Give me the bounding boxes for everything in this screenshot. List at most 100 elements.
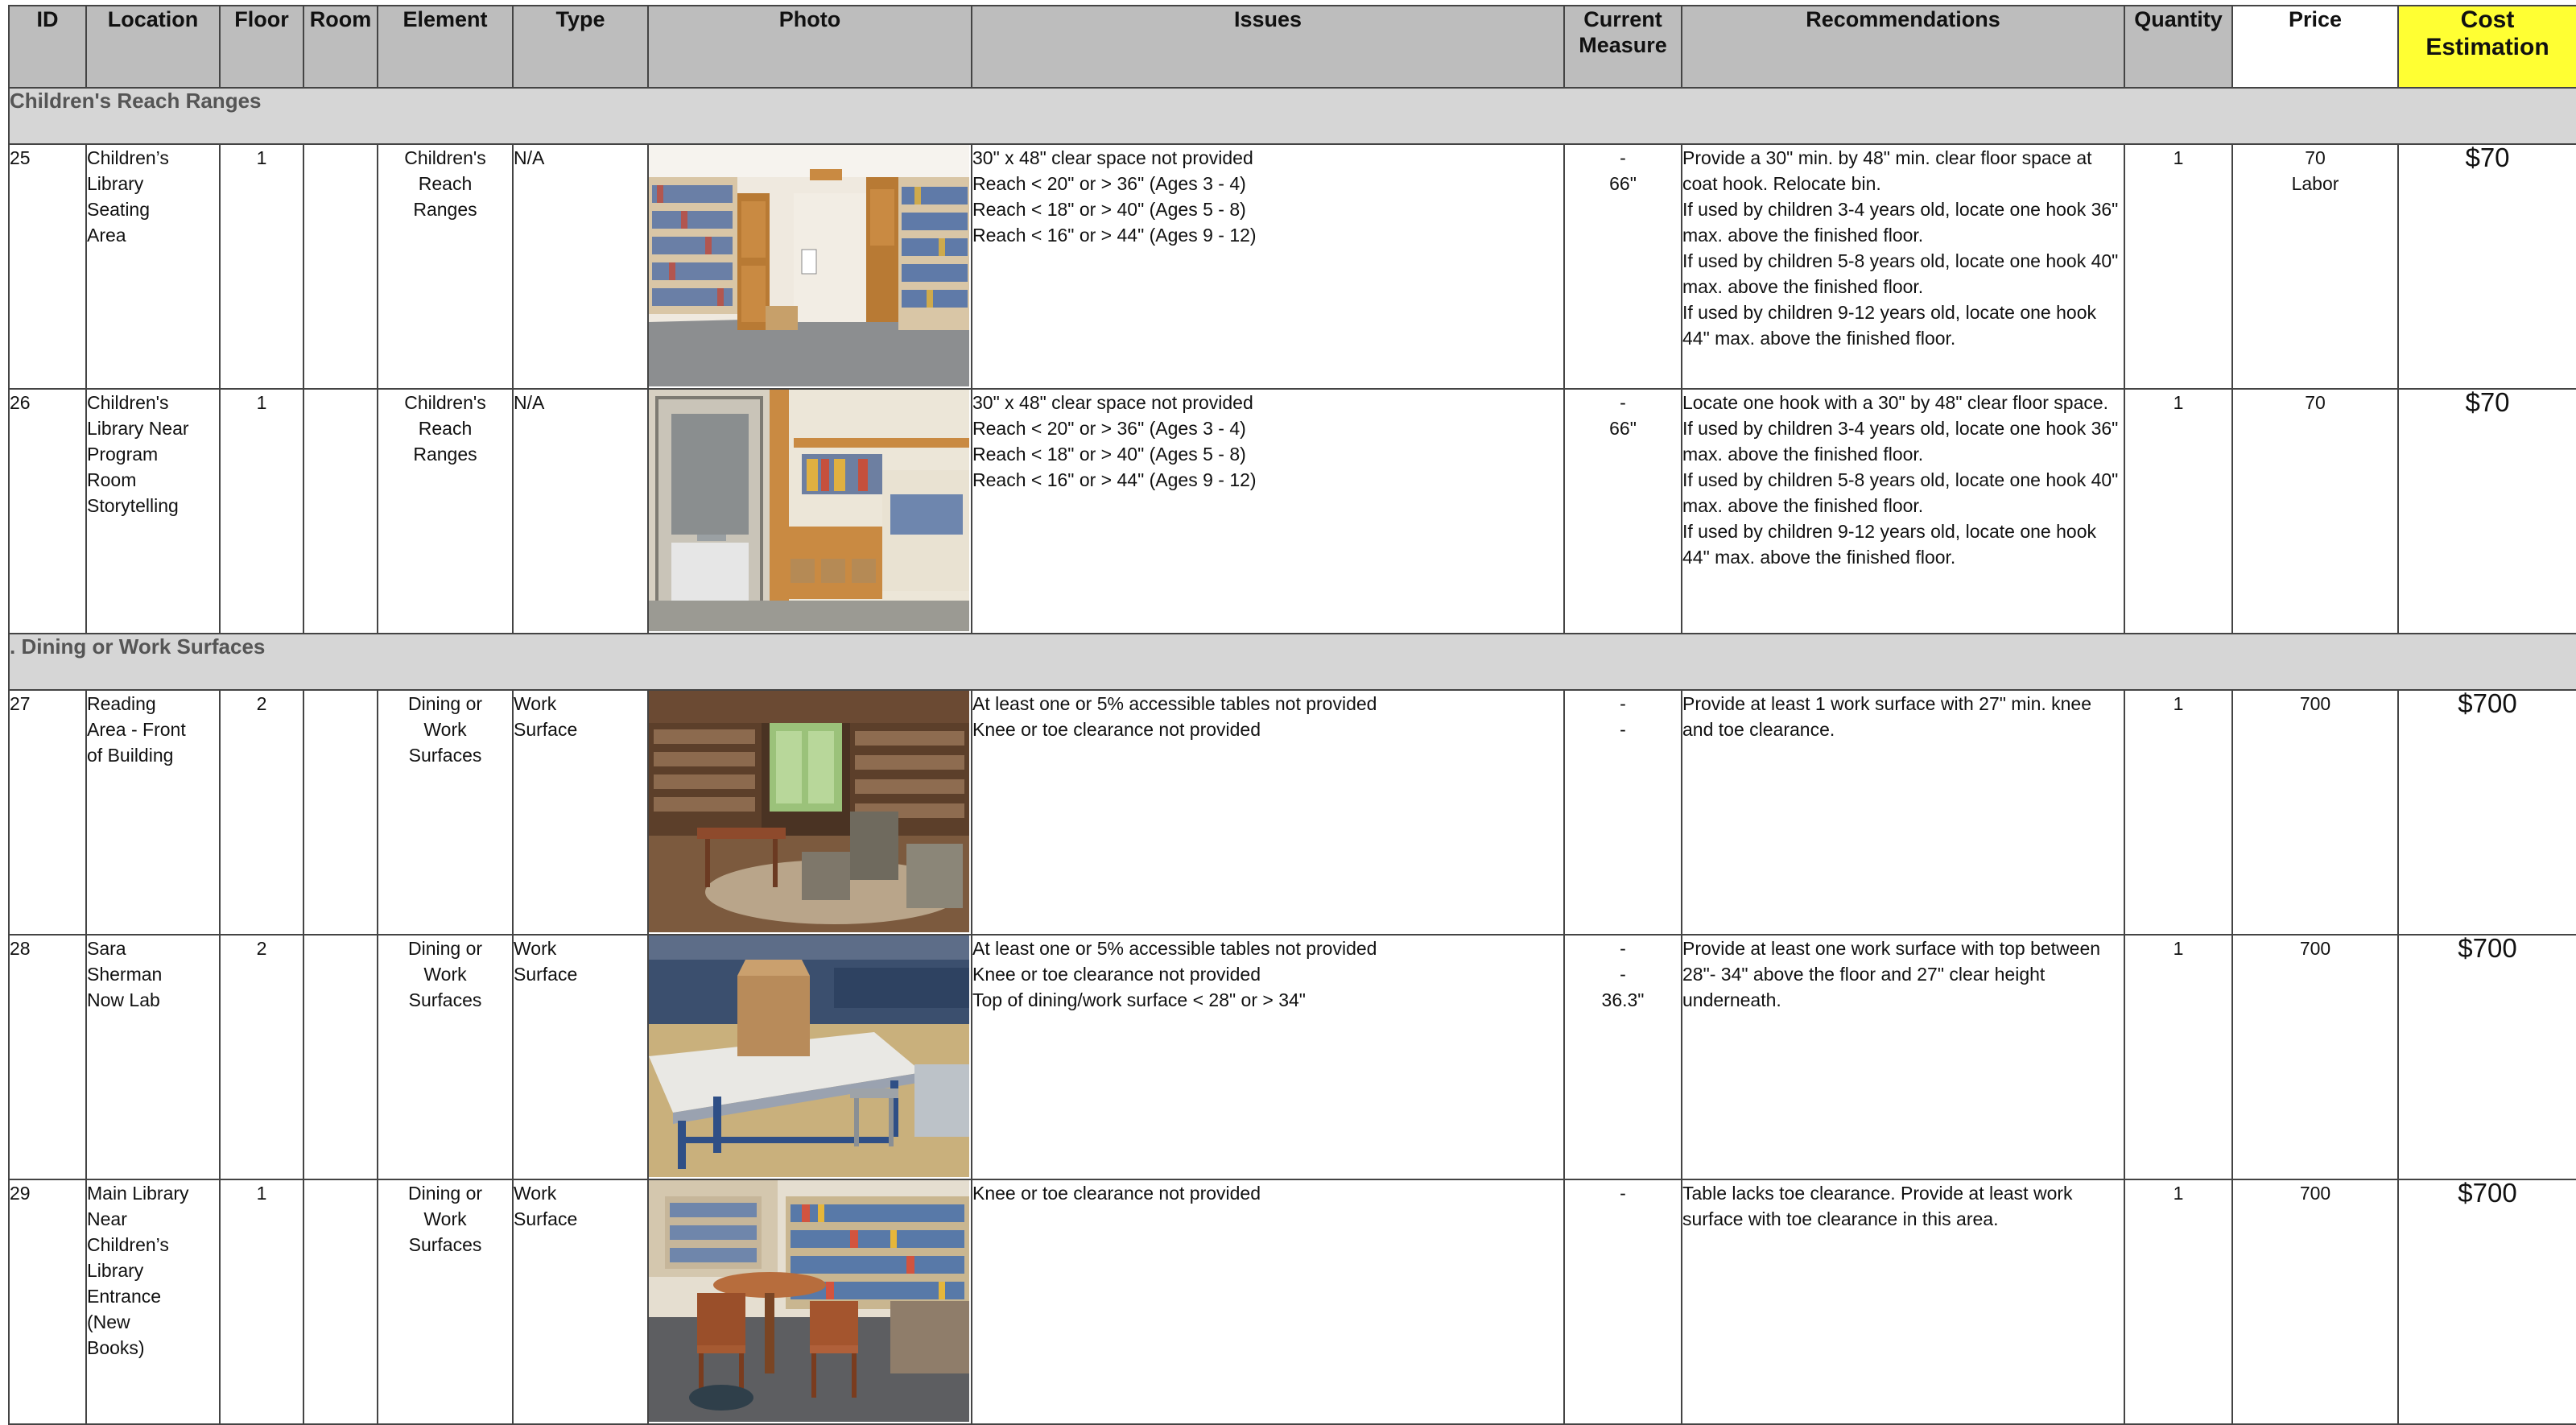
cell-issues-line: Reach < 16" or > 44" (Ages 9 - 12) [972, 469, 1257, 490]
cell-quantity: 1 [2124, 934, 2233, 1180]
cell-recommendations: Locate one hook with a 30" by 48" clear … [1681, 388, 2125, 634]
cell-current-measure-line: - [1620, 1183, 1626, 1204]
cell-issues-line: Reach < 20" or > 36" (Ages 3 - 4) [972, 418, 1246, 439]
cell-price: 70 Labor [2231, 143, 2399, 390]
cell-photo [647, 689, 972, 936]
cell-price: 700 [2231, 1179, 2399, 1425]
cell-type: Work Surface [512, 1179, 649, 1425]
section-header-row: . Dining or Work Surfaces [8, 633, 2576, 691]
table-row: 29 Main Library Near Children’s Library E… [8, 1179, 2576, 1425]
location-text: Children's Library Near Program Room Sto… [87, 392, 189, 516]
photo-lab-table[interactable] [649, 936, 969, 1177]
table-body: Children's Reach Ranges 25 Children’s Libr… [8, 87, 2576, 1425]
cell-room [303, 689, 378, 936]
cell-current-measure: - 66" [1563, 388, 1682, 634]
col-header-location[interactable]: Location [85, 5, 221, 89]
cell-current-measure-line: - [1620, 392, 1626, 413]
cell-issues-line: Knee or toe clearance not provided [972, 1183, 1261, 1204]
section-header-row: Children's Reach Ranges [8, 87, 2576, 145]
cell-type: N/A [512, 388, 649, 634]
cell-issues-line: Top of dining/work surface < 28" or > 34… [972, 989, 1306, 1010]
type-text: N/A [514, 392, 545, 413]
cell-current-measure-line: 66" [1609, 173, 1637, 194]
cell-room [303, 388, 378, 634]
cell-issues-line: Reach < 16" or > 44" (Ages 9 - 12) [972, 225, 1257, 246]
cell-element: Dining or Work Surfaces [377, 689, 514, 936]
recommendation-text: Provide at least one work surface with t… [1682, 938, 2101, 1010]
photo-shelves-corner[interactable] [649, 145, 969, 386]
cell-current-measure-line: - [1620, 964, 1626, 985]
col-header-room[interactable]: Room [303, 5, 378, 89]
cell-floor: 2 [219, 934, 304, 1180]
recommendation-text: Provide a 30" min. by 48" min. clear flo… [1682, 147, 2119, 349]
cell-photo [647, 1179, 972, 1425]
location-text: Main Library Near Children’s Library Ent… [87, 1183, 189, 1358]
table-row: 27 Reading Area - Front of Building 2 Dinin… [8, 689, 2576, 936]
cell-location: Reading Area - Front of Building [85, 689, 221, 936]
element-text: Dining or Work Surfaces [407, 1183, 483, 1255]
cell-issues-line: Knee or toe clearance not provided [972, 964, 1261, 985]
cell-quantity: 1 [2124, 388, 2233, 634]
col-header-type[interactable]: Type [512, 5, 649, 89]
cell-current-measure-line: - [1620, 147, 1626, 168]
cell-issues: 30" x 48" clear space not provided Reach … [971, 388, 1565, 634]
type-text: Work Surface [514, 938, 578, 985]
photo-door-shelves[interactable] [649, 390, 969, 631]
col-header-floor[interactable]: Floor [219, 5, 304, 89]
cell-issues: 30" x 48" clear space not provided Reach … [971, 143, 1565, 390]
col-header-photo[interactable]: Photo [647, 5, 972, 89]
col-header-current-measure-label: Current Measure [1579, 7, 1667, 57]
cell-current-measure-line: 36.3" [1601, 989, 1645, 1010]
recommendation-text: Provide at least 1 work surface with 27"… [1682, 693, 2092, 740]
cell-price-line: Labor [2291, 173, 2339, 194]
cell-photo [647, 388, 972, 634]
cell-issues-line: 30" x 48" clear space not provided [972, 392, 1253, 413]
table-row: 28 Sara Sherman Now Lab 2 Dining or Work Su… [8, 934, 2576, 1180]
type-text: Work Surface [514, 1183, 578, 1229]
cell-price: 700 [2231, 934, 2399, 1180]
cell-current-measure: -- [1563, 689, 1682, 936]
col-header-price[interactable]: Price [2231, 5, 2399, 89]
cell-price-line: 70 [2305, 392, 2326, 413]
col-header-cost-estimation[interactable]: Cost Estimation [2397, 5, 2576, 89]
col-header-current-measure[interactable]: Current Measure [1563, 5, 1682, 89]
element-text: Dining or Work Surfaces [407, 693, 483, 766]
cell-photo [647, 143, 972, 390]
assessment-table: ID Location Floor Room Element Type Phot… [8, 5, 2576, 1425]
cell-cost-estimation: $70 [2397, 388, 2576, 634]
cell-element: Dining or Work Surfaces [377, 934, 514, 1180]
location-text: Sara Sherman Now Lab [87, 938, 163, 1010]
col-header-quantity[interactable]: Quantity [2124, 5, 2233, 89]
cell-cost-estimation: $700 [2397, 1179, 2576, 1425]
cell-recommendations: Provide at least 1 work surface with 27"… [1681, 689, 2125, 936]
cell-photo [647, 934, 972, 1180]
cell-element: Children's Reach Ranges [377, 143, 514, 390]
col-header-recommendations[interactable]: Recommendations [1681, 5, 2125, 89]
cell-recommendations: Table lacks toe clearance. Provide at le… [1681, 1179, 2125, 1425]
cell-price: 70 [2231, 388, 2399, 634]
cell-current-measure-line: 66" [1609, 418, 1637, 439]
type-text: N/A [514, 147, 545, 168]
cell-issues-line: Reach < 18" or > 40" (Ages 5 - 8) [972, 444, 1246, 465]
cell-price-line: 700 [2299, 693, 2331, 714]
cell-location: Children's Library Near Program Room Sto… [85, 388, 221, 634]
cell-floor: 1 [219, 1179, 304, 1425]
cell-recommendations: Provide at least one work surface with t… [1681, 934, 2125, 1180]
table-row: 26 Children's Library Near Program Room S… [8, 388, 2576, 634]
cell-recommendations: Provide a 30" min. by 48" min. clear flo… [1681, 143, 2125, 390]
cell-location: Main Library Near Children’s Library Ent… [85, 1179, 221, 1425]
element-text: Dining or Work Surfaces [407, 938, 483, 1010]
col-header-id[interactable]: ID [8, 5, 87, 89]
cell-issues-line: Knee or toe clearance not provided [972, 719, 1261, 740]
cell-current-measure: - - 36.3" [1563, 934, 1682, 1180]
col-header-cost-estimation-label: Cost Estimation [2425, 6, 2549, 60]
photo-reading-area[interactable] [649, 691, 969, 932]
col-header-issues[interactable]: Issues [971, 5, 1565, 89]
cell-id: 29 [8, 1179, 87, 1425]
cell-quantity: 1 [2124, 143, 2233, 390]
col-header-element[interactable]: Element [377, 5, 514, 89]
cell-floor: 2 [219, 689, 304, 936]
cell-location: Sara Sherman Now Lab [85, 934, 221, 1180]
photo-round-table[interactable] [649, 1180, 969, 1422]
section-title: . Dining or Work Surfaces [8, 633, 2576, 691]
